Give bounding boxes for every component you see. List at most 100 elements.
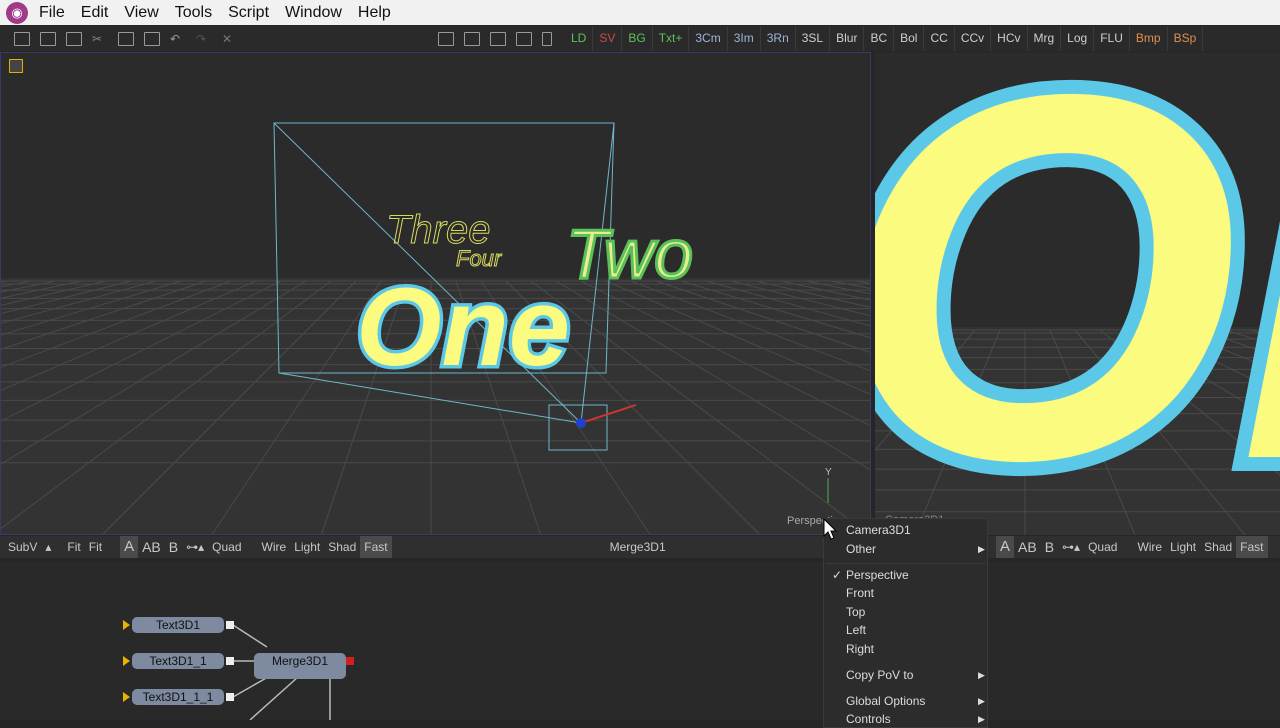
toolbar-button-3im[interactable]: 3Im xyxy=(728,26,761,51)
toolbar-button-sv[interactable]: SV xyxy=(593,26,623,51)
new-icon[interactable] xyxy=(14,31,30,46)
menu-script[interactable]: Script xyxy=(223,4,280,22)
scene-3d-camera: One Camera3D1 xyxy=(875,52,1280,535)
stereo-icon[interactable]: ⊶▴ xyxy=(182,540,208,554)
paste-icon[interactable] xyxy=(144,31,160,46)
menu-window[interactable]: Window xyxy=(280,4,353,22)
mouse-cursor-icon xyxy=(823,518,837,540)
light-button[interactable]: Light xyxy=(290,540,324,554)
channel-a-button[interactable]: A xyxy=(120,536,139,558)
light-button-right[interactable]: Light xyxy=(1166,540,1200,554)
shad-button-right[interactable]: Shad xyxy=(1200,540,1236,554)
menu-item-top[interactable]: Top xyxy=(846,605,865,619)
fit-dropdown[interactable]: Fit xyxy=(63,540,84,554)
input-arrow-icon[interactable] xyxy=(123,656,130,666)
flow-editor[interactable]: Text3D1 Text3D1_1 Text3D1_1_1 Merge3D1 xyxy=(0,562,1280,720)
fast-button-right[interactable]: Fast xyxy=(1236,536,1268,558)
main-toolbar: ✂ ↶ ↷ ✕ LD SV BG Txt+ 3Cm 3Im 3Rn 3SL Blur BC Bol C… xyxy=(0,26,1280,51)
toolbar-button-ld[interactable]: LD xyxy=(565,26,594,51)
toolbar-button-log[interactable]: Log xyxy=(1061,26,1095,51)
viewport-right-toolbar: A AB B ⊶▴ Quad Wire Light Shad Fast xyxy=(988,536,1280,558)
toolbar-button-blur[interactable]: Blur xyxy=(830,26,865,51)
layout-3-icon[interactable] xyxy=(490,31,506,46)
menu-item-global-options[interactable]: Global Options xyxy=(846,694,925,708)
shad-button[interactable]: Shad xyxy=(324,540,360,554)
output-port[interactable] xyxy=(226,621,234,629)
menu-item-right[interactable]: Right xyxy=(846,642,874,656)
redo-icon[interactable]: ↷ xyxy=(196,32,212,46)
toolbar-button-cc[interactable]: CC xyxy=(924,26,955,51)
toolbar-button-bol[interactable]: Bol xyxy=(894,26,925,51)
layout-1-icon[interactable] xyxy=(438,31,454,46)
toolbar-button-3rn[interactable]: 3Rn xyxy=(761,26,796,51)
submenu-arrow-icon: ▶ xyxy=(978,670,985,680)
channel-ab-button-right[interactable]: AB xyxy=(1014,539,1041,555)
scene-text-one-closeup: One xyxy=(875,52,1280,535)
subview-button[interactable]: SubV xyxy=(4,540,41,554)
toolbar-button-bmp[interactable]: Bmp xyxy=(1130,26,1168,51)
undo-icon[interactable]: ↶ xyxy=(170,32,186,46)
subview-dropdown-icon[interactable]: ▴ xyxy=(41,540,55,554)
layout-2-icon[interactable] xyxy=(464,31,480,46)
toolbar-button-hcv[interactable]: HCv xyxy=(991,26,1028,51)
menu-item-left[interactable]: Left xyxy=(846,623,866,637)
stop-icon[interactable]: ✕ xyxy=(222,32,238,46)
toolbar-button-txt[interactable]: Txt+ xyxy=(653,26,690,51)
viewport-left[interactable]: Three Four Two One Y Perspective xyxy=(0,52,871,535)
node-text3d1-1[interactable]: Text3D1_1 xyxy=(132,653,224,669)
viewer-title: Merge3D1 xyxy=(609,540,666,554)
copy-icon[interactable] xyxy=(118,31,134,46)
layout-4-icon[interactable] xyxy=(516,31,532,46)
channel-a-button-right[interactable]: A xyxy=(996,536,1015,558)
input-arrow-icon[interactable] xyxy=(123,692,130,702)
menu-item-controls[interactable]: Controls xyxy=(846,712,891,726)
menu-item-copy-pov[interactable]: Copy PoV to xyxy=(846,668,913,682)
menu-tools[interactable]: Tools xyxy=(170,4,223,22)
menu-item-front[interactable]: Front xyxy=(846,586,874,600)
wire-button-right[interactable]: Wire xyxy=(1133,540,1166,554)
node-merge3d1[interactable]: Merge3D1 xyxy=(254,653,346,679)
toolbar-button-mrg[interactable]: Mrg xyxy=(1028,26,1062,51)
toolbar-button-ccv[interactable]: CCv xyxy=(955,26,992,51)
menu-edit[interactable]: Edit xyxy=(76,4,120,22)
output-port[interactable] xyxy=(226,693,234,701)
toolbar-button-bsp[interactable]: BSp xyxy=(1168,26,1204,51)
menu-item-perspective[interactable]: Perspective xyxy=(846,568,909,582)
viewport-right[interactable]: One Camera3D1 xyxy=(875,52,1280,535)
wire-button[interactable]: Wire xyxy=(258,540,291,554)
channel-b-button-right[interactable]: B xyxy=(1041,539,1058,555)
fast-button[interactable]: Fast xyxy=(360,536,392,558)
merge-output-port[interactable] xyxy=(346,657,354,665)
input-arrow-icon[interactable] xyxy=(123,620,130,630)
toolbar-button-bg[interactable]: BG xyxy=(622,26,653,51)
node-text3d1-1-1[interactable]: Text3D1_1_1 xyxy=(132,689,224,705)
toolbar-button-3sl[interactable]: 3SL xyxy=(796,26,831,51)
cut-icon[interactable]: ✂ xyxy=(92,32,108,46)
axis-z-handle[interactable] xyxy=(576,418,586,428)
menu-view[interactable]: View xyxy=(119,4,169,22)
channel-ab-button[interactable]: AB xyxy=(138,539,165,555)
open-icon[interactable] xyxy=(40,31,56,46)
stereo-icon-right[interactable]: ⊶▴ xyxy=(1058,540,1084,554)
quad-button[interactable]: Quad xyxy=(208,540,245,554)
fit-button[interactable]: Fit xyxy=(85,540,106,554)
channel-b-button[interactable]: B xyxy=(165,539,182,555)
submenu-arrow-icon: ▶ xyxy=(978,696,985,706)
toolbar-button-flu[interactable]: FLU xyxy=(1094,26,1130,51)
menu-help[interactable]: Help xyxy=(353,4,402,22)
viewport-left-toolbar: SubV ▴ Fit Fit A AB B ⊶▴ Quad Wire Light… xyxy=(0,536,871,558)
output-port[interactable] xyxy=(226,657,234,665)
node-text3d1[interactable]: Text3D1 xyxy=(132,617,224,633)
menu-separator xyxy=(826,563,985,564)
toolbar-button-bc[interactable]: BC xyxy=(864,26,895,51)
menubar: ◉ File Edit View Tools Script Window Hel… xyxy=(0,0,1280,25)
fullscreen-icon[interactable] xyxy=(542,31,552,46)
menu-file[interactable]: File xyxy=(34,4,76,22)
save-icon[interactable] xyxy=(66,31,82,46)
viewport-tool-icon[interactable] xyxy=(9,59,23,73)
quad-button-right[interactable]: Quad xyxy=(1084,540,1121,554)
menu-item-camera3d1[interactable]: Camera3D1 xyxy=(846,523,911,537)
toolbar-button-3cm[interactable]: 3Cm xyxy=(689,26,728,51)
menu-item-other[interactable]: Other xyxy=(846,542,876,556)
scene-text-two: Two xyxy=(566,215,693,293)
